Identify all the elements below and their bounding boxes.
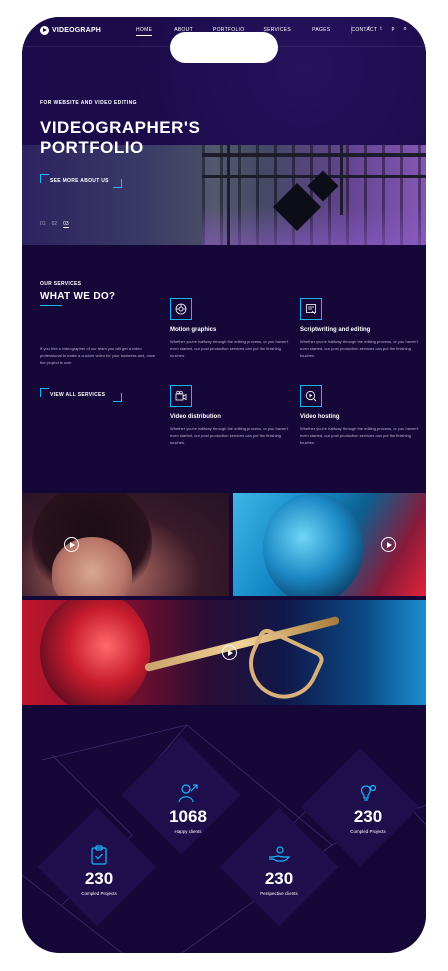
stat-value: 230	[353, 807, 383, 826]
service-text: Whether you're halfway through the editi…	[170, 426, 289, 445]
nav-pages[interactable]: PAGES	[312, 27, 330, 36]
button-corner-bottom-right	[113, 179, 122, 188]
service-text: Whether you're halfway through the editi…	[300, 426, 419, 445]
stat-perspective-clients: 230 Perspective clients	[224, 845, 334, 896]
video-gallery	[22, 493, 426, 705]
social-links: f t p o	[366, 26, 408, 32]
service-text: Whether you're halfway through the editi…	[170, 339, 289, 358]
motion-graphics-icon	[170, 298, 192, 320]
gallery-video-woman[interactable]	[22, 493, 229, 596]
hero-title: VIDEOGRAPHER'S PORTFOLIO	[40, 118, 200, 158]
service-card-motion-graphics[interactable]: Motion graphics Whether you're halfway t…	[170, 298, 292, 359]
see-more-label: SEE MORE ABOUT US	[50, 178, 109, 184]
button-corner-bottom-right	[113, 393, 122, 402]
lightbulb-gear-icon	[360, 784, 377, 801]
nav-divider	[351, 26, 352, 34]
stat-value: 230	[264, 869, 294, 888]
play-icon[interactable]	[381, 537, 396, 552]
scriptwriting-icon	[300, 298, 322, 320]
play-icon[interactable]	[64, 537, 79, 552]
stat-label: Compled Projects	[350, 829, 386, 834]
stat-label: Happy clients	[174, 829, 202, 834]
facebook-icon[interactable]: f	[366, 26, 372, 32]
stat-value: 230	[84, 869, 114, 888]
stats-section: 1068 Happy clients 230 Compled Projects …	[22, 705, 426, 953]
service-title: Video distribution	[170, 414, 221, 420]
service-title: Scriptwriting and editing	[300, 327, 371, 333]
video-distribution-icon	[170, 385, 192, 407]
view-all-services-button[interactable]: VIEW ALL SERVICES	[40, 388, 122, 402]
logo[interactable]: VIDEOGRAPH	[40, 26, 101, 35]
services-description: If you hire a videographer of our team y…	[40, 346, 156, 365]
slide-pagination: 01 02 03	[40, 221, 69, 228]
hand-gear-icon	[269, 846, 290, 862]
hero-title-line2: PORTFOLIO	[40, 138, 144, 157]
service-text: Whether you're halfway through the editi…	[300, 339, 419, 358]
service-title: Motion graphics	[170, 327, 217, 333]
hero-eyebrow: FOR WEBSITE AND VIDEO EDITING	[40, 100, 137, 106]
pinterest-icon[interactable]: p	[390, 26, 396, 32]
happy-clients-icon	[178, 784, 198, 803]
button-corner-top-left	[40, 388, 49, 397]
nav-home[interactable]: HOME	[136, 27, 153, 36]
service-card-scriptwriting[interactable]: Scriptwriting and editing Whether you're…	[300, 298, 422, 359]
hero-title-line1: VIDEOGRAPHER'S	[40, 118, 201, 137]
stat-label: Compled Projects	[81, 891, 117, 896]
gallery-video-saxophone[interactable]	[22, 600, 426, 705]
logo-text: VIDEOGRAPH	[52, 27, 102, 34]
services-eyebrow: OUR SERVICES	[40, 281, 82, 287]
page: VIDEOGRAPH HOME ABOUT PORTFOLIO SERVICES…	[22, 17, 426, 953]
slide-02[interactable]: 02	[52, 221, 58, 228]
hero-stage-photo	[22, 145, 426, 245]
view-all-services-label: VIEW ALL SERVICES	[50, 392, 106, 398]
service-card-video-distribution[interactable]: Video distribution Whether you're halfwa…	[170, 385, 292, 446]
service-title: Video hosting	[300, 414, 340, 420]
instagram-icon[interactable]: o	[402, 26, 408, 32]
stat-value: 1068	[169, 807, 207, 826]
stat-completed-projects-2: 230 Compled Projects	[44, 845, 154, 896]
camera-notch	[170, 32, 278, 63]
stat-completed-projects: 230 Compled Projects	[313, 783, 423, 834]
video-hosting-icon	[300, 385, 322, 407]
gallery-video-blue-face[interactable]	[233, 493, 426, 596]
see-more-button[interactable]: SEE MORE ABOUT US	[40, 174, 122, 188]
services-title: WHAT WE DO?	[40, 291, 116, 302]
services-title-underline	[40, 305, 62, 306]
service-card-video-hosting[interactable]: Video hosting Whether you're halfway thr…	[300, 385, 422, 446]
button-corner-top-left	[40, 174, 49, 183]
services-section: OUR SERVICES WHAT WE DO? If you hire a v…	[22, 245, 426, 493]
play-icon[interactable]	[222, 645, 237, 660]
stat-happy-clients: 1068 Happy clients	[133, 783, 243, 834]
slide-01[interactable]: 01	[40, 221, 46, 228]
logo-play-icon	[40, 26, 49, 35]
twitter-icon[interactable]: t	[378, 26, 384, 32]
stat-label: Perspective clients	[260, 891, 298, 896]
clipboard-check-icon	[91, 845, 107, 865]
slide-03[interactable]: 03	[63, 221, 69, 228]
